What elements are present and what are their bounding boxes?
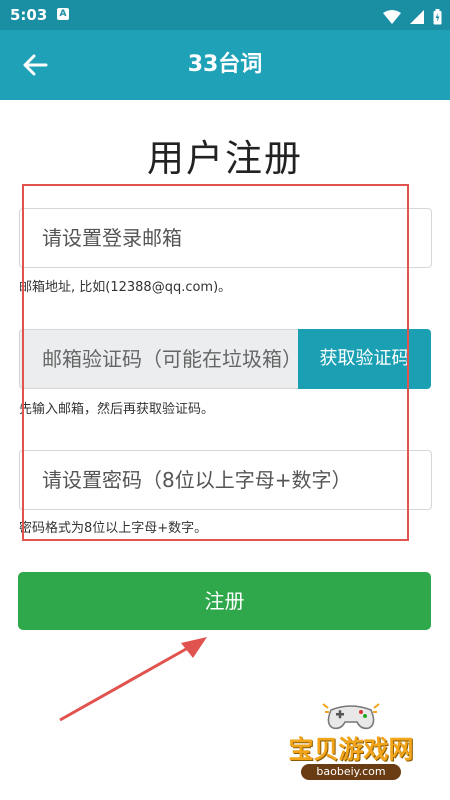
status-icons: [379, 6, 442, 24]
code-hint: 先输入邮箱，然后再获取验证码。: [19, 402, 215, 417]
back-button[interactable]: [22, 53, 48, 77]
gamepad-icon: [322, 703, 380, 730]
password-input[interactable]: 请设置密码（8位以上字母+数字）: [19, 450, 432, 510]
annotation-arrow-icon: [59, 637, 207, 722]
password-hint: 密码格式为8位以上字母+数字。: [19, 521, 208, 536]
app-bar: 33台词: [0, 30, 450, 100]
status-time: 5:03: [10, 6, 48, 24]
battery-icon: [433, 8, 442, 24]
email-code-input[interactable]: 邮箱验证码（可能在垃圾箱）: [19, 329, 301, 389]
email-hint: 邮箱地址, 比如(12388@qq.com)。: [19, 280, 232, 295]
watermark-text: 宝贝游戏网: [288, 735, 414, 764]
back-arrow-icon: [23, 54, 48, 76]
watermark-logo: 宝贝游戏网 baobeiy.com: [276, 700, 426, 790]
page-title: 用户注册: [147, 137, 303, 180]
watermark-url: baobeiy.com: [301, 764, 401, 780]
email-input[interactable]: 请设置登录邮箱: [19, 208, 432, 268]
wifi-icon: [382, 9, 401, 24]
notification-a-icon: A: [57, 8, 69, 20]
app-title: 33台词: [187, 52, 263, 77]
register-button[interactable]: 注册: [18, 572, 431, 630]
get-code-button[interactable]: 获取验证码: [298, 329, 431, 389]
status-bar: 5:03 A: [0, 0, 450, 30]
signal-icon: [409, 9, 424, 24]
